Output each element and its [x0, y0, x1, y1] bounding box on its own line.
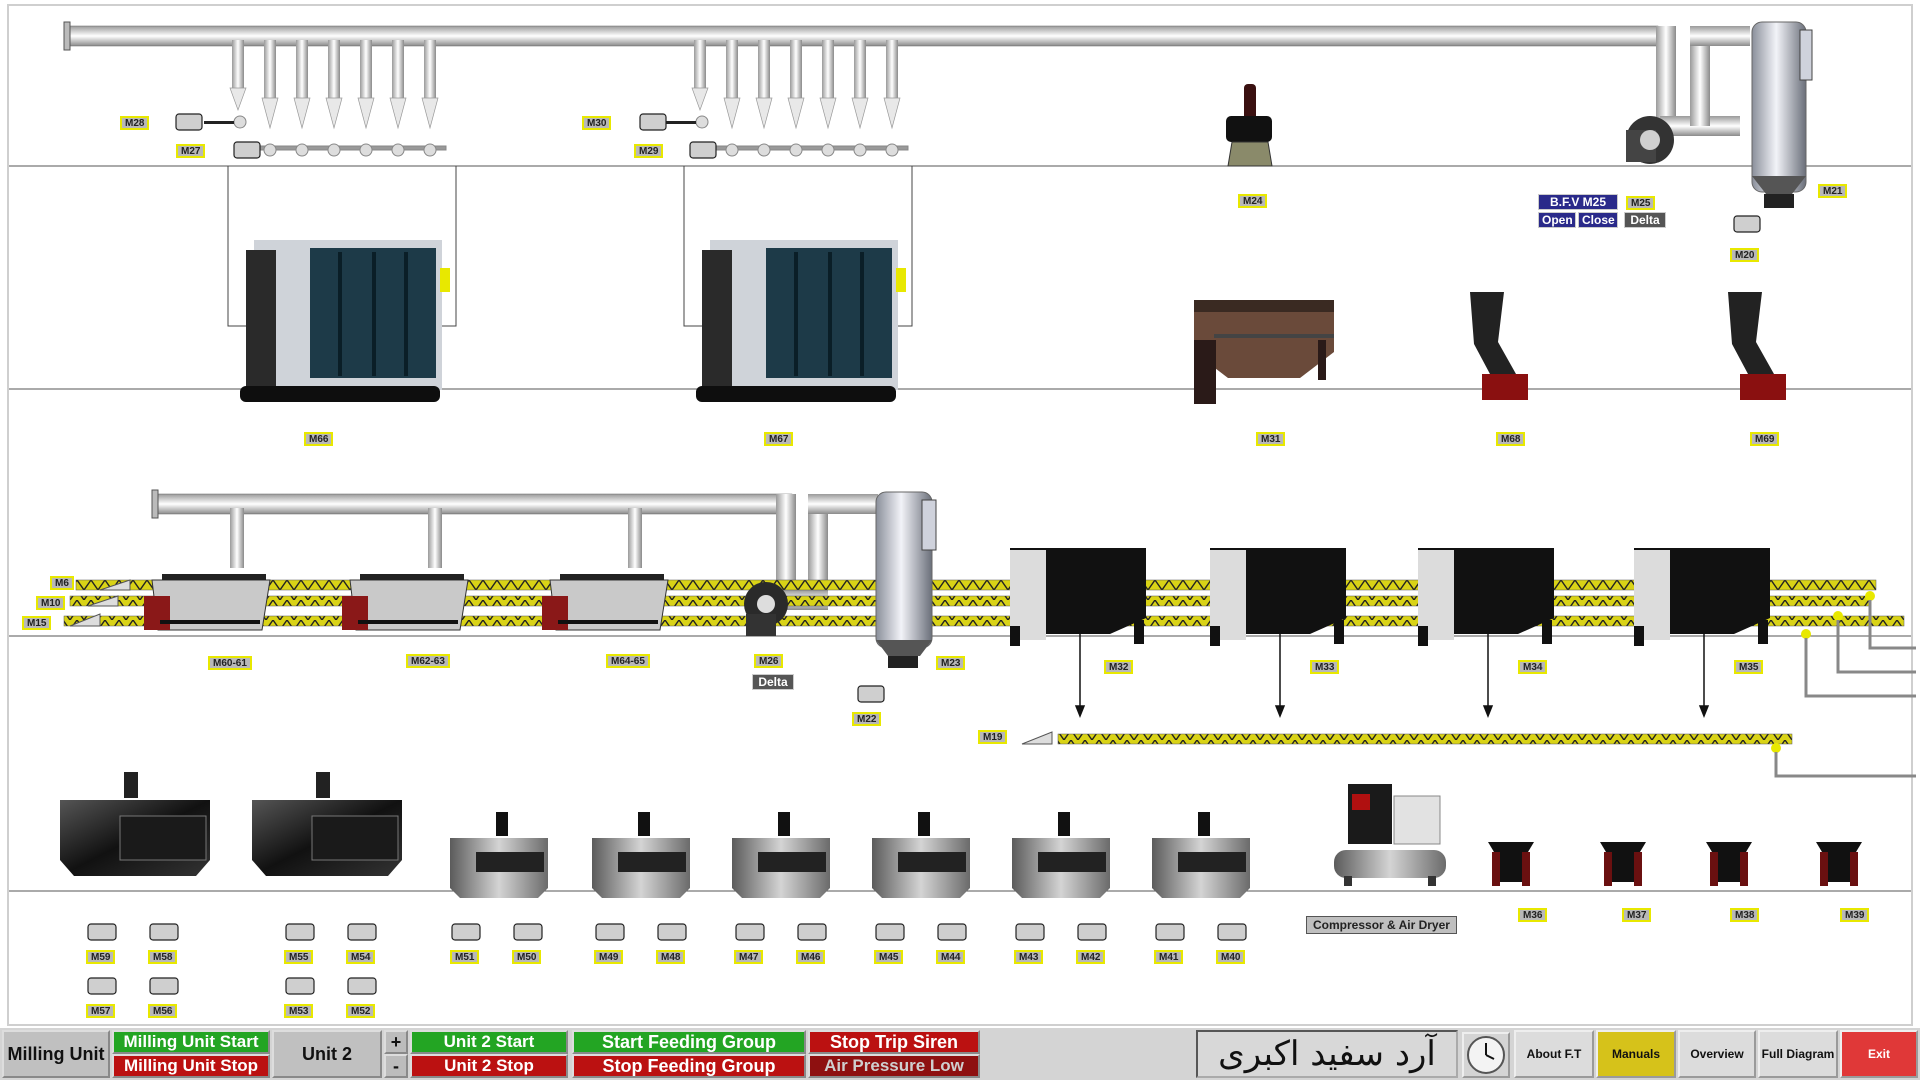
tag-m42[interactable]: M42 [1076, 950, 1106, 964]
rollermills-large [60, 772, 402, 876]
tag-m46[interactable]: M46 [796, 950, 826, 964]
tag-m67[interactable]: M67 [764, 432, 794, 446]
tag-m26[interactable]: M26 [754, 654, 784, 668]
tag-m44[interactable]: M44 [936, 950, 966, 964]
tag-m28[interactable]: M28 [120, 116, 150, 130]
air-pressure-low-indicator: Air Pressure Low [808, 1054, 980, 1078]
milling-unit-stop-button[interactable]: Milling Unit Stop [112, 1054, 270, 1078]
fan-m26 [744, 582, 788, 636]
tag-m39[interactable]: M39 [1840, 908, 1870, 922]
tag-m58[interactable]: M58 [148, 950, 178, 964]
tag-m57[interactable]: M57 [86, 1004, 116, 1018]
tag-m59[interactable]: M59 [86, 950, 116, 964]
unit2-label: Unit 2 [272, 1030, 382, 1078]
bfv-m25-label: B.F.V M25 [1538, 194, 1618, 210]
tag-m30[interactable]: M30 [582, 116, 612, 130]
tag-m38[interactable]: M38 [1730, 908, 1760, 922]
tag-m53[interactable]: M53 [284, 1004, 314, 1018]
tag-m69[interactable]: M69 [1750, 432, 1780, 446]
tag-m24[interactable]: M24 [1238, 194, 1268, 208]
tag-m62-63[interactable]: M62-63 [406, 654, 450, 668]
tag-m29[interactable]: M29 [634, 144, 664, 158]
clock-icon [1462, 1032, 1510, 1078]
tag-m31[interactable]: M31 [1256, 432, 1286, 446]
m25-mode-badge: Delta [1624, 212, 1666, 228]
tag-m23[interactable]: M23 [936, 656, 966, 670]
tag-m40[interactable]: M40 [1216, 950, 1246, 964]
filter-m21 [1751, 21, 1813, 208]
tag-m20[interactable]: M20 [1730, 248, 1760, 262]
unit2-plus-button[interactable]: + [384, 1030, 408, 1054]
process-diagram [9, 21, 1916, 995]
compressor-air-dryer [1334, 784, 1446, 886]
conveyor-m19 [1021, 731, 1916, 778]
tag-m41[interactable]: M41 [1154, 950, 1184, 964]
tag-m27[interactable]: M27 [176, 144, 206, 158]
blower-m24 [1226, 84, 1273, 167]
tag-m35[interactable]: M35 [1734, 660, 1764, 674]
tag-m34[interactable]: M34 [1518, 660, 1548, 674]
rollermills-small [450, 812, 1250, 898]
bfv-open-button[interactable]: Open [1538, 212, 1576, 228]
tag-m64-65[interactable]: M64-65 [606, 654, 650, 668]
tag-m22[interactable]: M22 [852, 712, 882, 726]
plansifter-m66 [240, 240, 450, 402]
tag-m55[interactable]: M55 [284, 950, 314, 964]
tag-m32[interactable]: M32 [1104, 660, 1134, 674]
stop-trip-siren-button[interactable]: Stop Trip Siren [808, 1030, 980, 1054]
bin-drop-arrows [1074, 634, 1710, 719]
rollermills-row [144, 574, 669, 631]
feeder-m68 [1470, 292, 1528, 400]
plansifter-m67 [696, 240, 906, 402]
bfv-close-button[interactable]: Close [1578, 212, 1618, 228]
tag-m43[interactable]: M43 [1014, 950, 1044, 964]
about-button[interactable]: About F.T [1514, 1030, 1594, 1078]
unit2-start-button[interactable]: Unit 2 Start [410, 1030, 568, 1054]
m26-mode-badge: Delta [752, 674, 794, 690]
tag-m48[interactable]: M48 [656, 950, 686, 964]
tag-m25[interactable]: M25 [1626, 196, 1656, 210]
bin-m31 [1194, 300, 1334, 404]
tag-m6[interactable]: M6 [50, 576, 74, 590]
tag-m33[interactable]: M33 [1310, 660, 1340, 674]
tag-m66[interactable]: M66 [304, 432, 334, 446]
tag-m49[interactable]: M49 [594, 950, 624, 964]
milling-unit-start-button[interactable]: Milling Unit Start [112, 1030, 270, 1054]
tag-m36[interactable]: M36 [1518, 908, 1548, 922]
tag-m47[interactable]: M47 [734, 950, 764, 964]
unit2-stop-button[interactable]: Unit 2 Stop [410, 1054, 568, 1078]
tag-m50[interactable]: M50 [512, 950, 542, 964]
tag-m56[interactable]: M56 [148, 1004, 178, 1018]
stop-feeding-group-button[interactable]: Stop Feeding Group [572, 1054, 806, 1078]
detachers-row [1488, 842, 1862, 886]
tag-m51[interactable]: M51 [450, 950, 480, 964]
tag-m52[interactable]: M52 [346, 1004, 376, 1018]
tag-m21[interactable]: M21 [1818, 184, 1848, 198]
feeder-m69 [1728, 292, 1786, 400]
filter-m23 [875, 491, 937, 668]
tag-m45[interactable]: M45 [874, 950, 904, 964]
manuals-button[interactable]: Manuals [1596, 1030, 1676, 1078]
fan-m25 [1626, 116, 1674, 164]
scada-canvas: M28 M27 M30 M29 M24 M21 M25 M20 B.F.V M2… [0, 0, 1920, 1080]
milling-unit-label: Milling Unit [2, 1030, 110, 1078]
compressor-label[interactable]: Compressor & Air Dryer [1306, 916, 1457, 934]
exit-button[interactable]: Exit [1840, 1030, 1918, 1078]
tag-m10[interactable]: M10 [36, 596, 66, 610]
full-diagram-button[interactable]: Full Diagram [1758, 1030, 1838, 1078]
tag-m37[interactable]: M37 [1622, 908, 1652, 922]
tag-m68[interactable]: M68 [1496, 432, 1526, 446]
tag-m60-61[interactable]: M60-61 [208, 656, 252, 670]
brand-title: آرد سفید اکبری [1196, 1030, 1458, 1078]
pneumatic-pipe-top [63, 21, 1750, 157]
overview-button[interactable]: Overview [1678, 1030, 1756, 1078]
start-feeding-group-button[interactable]: Start Feeding Group [572, 1030, 806, 1054]
unit2-minus-button[interactable]: - [384, 1054, 408, 1078]
tag-m54[interactable]: M54 [346, 950, 376, 964]
tag-m19[interactable]: M19 [978, 730, 1008, 744]
tag-m15[interactable]: M15 [22, 616, 52, 630]
